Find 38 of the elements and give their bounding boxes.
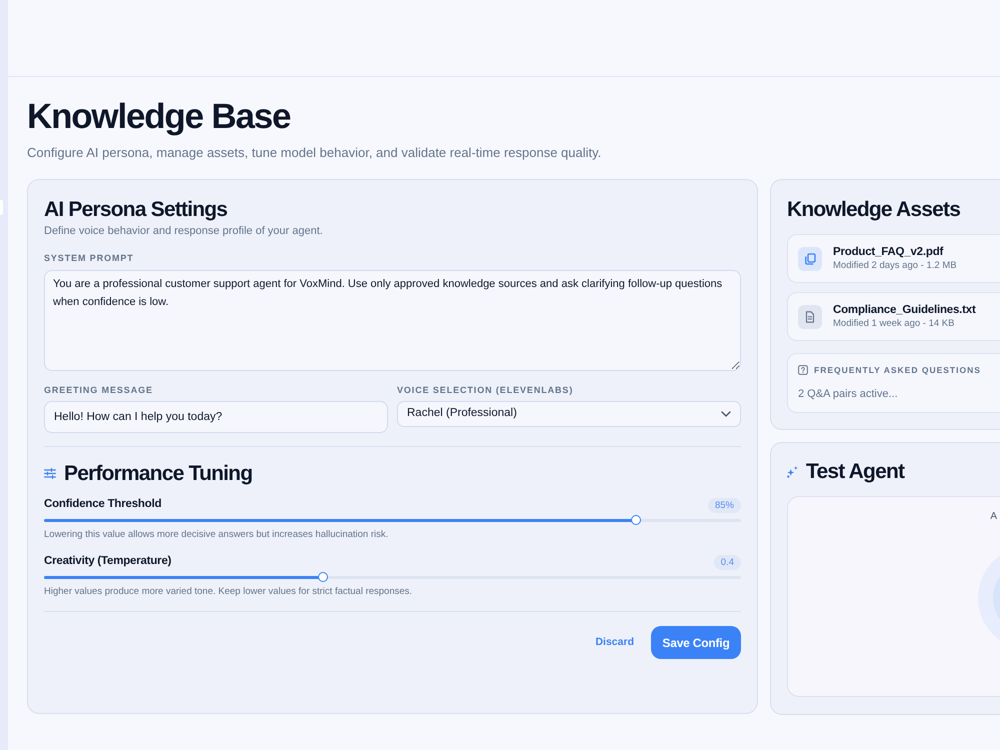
slider-handle[interactable]	[631, 515, 642, 525]
file-name: Product_FAQ_v2.pdf	[833, 245, 944, 259]
sparkle-icon	[787, 466, 798, 478]
asset-item[interactable]: Compliance_Guidelines.txt Modified 1 week ago - 14 KB	[787, 292, 1000, 341]
voice-dropdown[interactable]: Rachel (Professional)	[397, 401, 741, 427]
greeting-field[interactable]: Hello! How can I help you today?	[44, 401, 388, 433]
file-meta: Modified 1 week ago - 14 KB	[833, 317, 956, 330]
section-title: Performance Tuning	[64, 461, 252, 486]
sliders-icon	[44, 468, 56, 479]
system-prompt-field[interactable]: You are a professional customer support agent for VoxMind. Use only approved knowledge sources and ask clarifying follow-up questions when confidence is low.	[44, 270, 741, 371]
slider-handle[interactable]	[318, 572, 328, 582]
save-button[interactable]: Save Config	[651, 626, 741, 659]
document-icon	[798, 304, 822, 328]
faq-heading: FREQUENTLY ASKED QUESTIONS	[814, 364, 981, 376]
stacked-pages-icon	[798, 246, 822, 270]
field-label: VOICE SELECTION (ELEVENLABS)	[397, 384, 574, 396]
field-label: GREETING MESSAGE	[44, 384, 154, 396]
slider-hint: Higher values produce more varied tone. Keep lower values for strict factual responses.	[44, 586, 414, 598]
faq-summary: 2 Q&A pairs active...	[798, 387, 899, 401]
slider-hint: Lowering this value allows more decisive answers but increases hallucination risk.	[44, 529, 390, 541]
slider-value: 85%	[708, 498, 741, 512]
section-title: Test Agent	[806, 459, 904, 484]
slider-label: Creativity (Temperature)	[44, 554, 172, 570]
asset-item[interactable]: Product_FAQ_v2.pdf Modified 2 days ago - 1.2 MB	[787, 234, 1000, 283]
section-title: Knowledge Assets	[787, 197, 962, 222]
field-label: SYSTEM PROMPT	[44, 252, 135, 264]
question-icon	[798, 365, 808, 375]
slider-track[interactable]	[44, 576, 741, 578]
file-name: Compliance_Guidelines.txt	[833, 303, 976, 317]
page-title: Knowledge Base	[27, 96, 292, 138]
page-subtitle: Configure AI persona, manage assets, tune model behavior, and validate real-time response quality.	[27, 145, 602, 161]
chevron-down-icon	[721, 411, 731, 417]
file-meta: Modified 2 days ago - 1.2 MB	[833, 259, 957, 272]
slider-label: Confidence Threshold	[44, 497, 162, 512]
section-title: AI Persona Settings	[44, 197, 228, 222]
status-text: A	[990, 511, 997, 523]
section-subtitle: Define voice behavior and response profile of your agent.	[44, 224, 324, 238]
slider-value: 0.4	[714, 554, 741, 570]
